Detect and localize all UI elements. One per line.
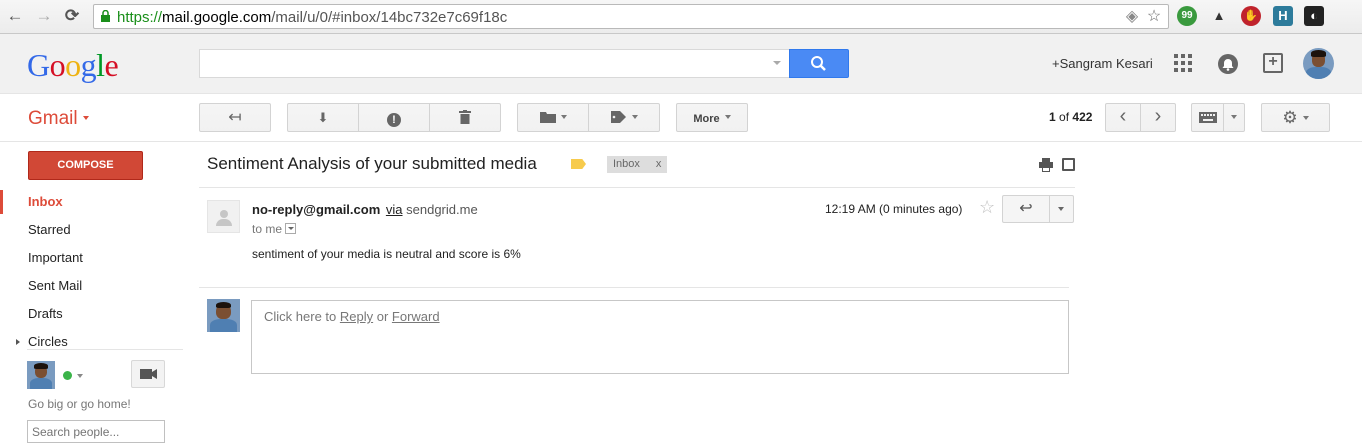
search-options-caret-icon[interactable] (773, 61, 781, 65)
message-body: sentiment of your media is neutral and s… (252, 247, 521, 261)
reply-link[interactable]: Reply (340, 309, 373, 324)
input-tools-button[interactable] (1191, 103, 1224, 132)
sidebar-item-starred[interactable]: Starred (0, 218, 183, 242)
recipients-line: to me (252, 222, 297, 236)
logo-letter: o (65, 47, 81, 83)
sidebar-item-important[interactable]: Important (0, 246, 183, 270)
user-name-link[interactable]: +Sangram Kesari (1052, 56, 1153, 71)
newer-button[interactable]: ‹ (1105, 103, 1141, 132)
hangouts-icon[interactable]: 99 (1177, 6, 1197, 26)
spam-icon: ! (387, 113, 401, 127)
show-details-caret-icon[interactable] (285, 223, 297, 234)
logo-letter: e (104, 47, 119, 83)
account-avatar[interactable] (1303, 48, 1334, 79)
sidebar-item-inbox[interactable]: Inbox (0, 190, 183, 214)
quick-reply-box[interactable]: Click here to Reply or Forward (251, 300, 1069, 374)
search-people-input[interactable] (27, 420, 165, 443)
reply-button[interactable]: ↩ (1002, 195, 1050, 223)
lock-icon (101, 10, 110, 22)
archive-icon: ⬇ (317, 110, 329, 125)
chat-avatar[interactable] (27, 361, 55, 389)
start-video-call-button[interactable] (131, 360, 165, 388)
camera-extension-icon[interactable]: ▲ (1209, 6, 1229, 26)
trash-icon (459, 110, 471, 124)
print-all-icon[interactable] (1039, 158, 1053, 172)
via-link[interactable]: via (386, 202, 403, 217)
reload-icon[interactable]: ⟳ (61, 5, 83, 27)
message-subject: Sentiment Analysis of your submitted med… (207, 154, 537, 173)
inbox-label-chip[interactable]: Inbox x (607, 156, 668, 173)
star-icon[interactable]: ☆ (979, 197, 995, 218)
report-spam-button[interactable]: ! (358, 103, 430, 132)
keyboard-icon (1198, 112, 1217, 123)
folder-icon (539, 112, 556, 123)
adblock-icon[interactable]: ✋ (1241, 6, 1261, 26)
back-arrow-icon: ↤ (228, 109, 242, 126)
search-button[interactable] (789, 49, 849, 78)
notifications-bell-icon[interactable] (1218, 54, 1238, 74)
sender-avatar-placeholder (207, 200, 240, 233)
remove-label-icon[interactable]: x (656, 158, 662, 170)
status-menu-caret-icon[interactable] (77, 374, 83, 378)
forward-arrow-icon[interactable]: → (33, 5, 55, 27)
sidebar-item-sent-mail[interactable]: Sent Mail (0, 274, 183, 298)
search-icon (811, 56, 826, 71)
new-window-icon[interactable] (1062, 158, 1075, 171)
logo-letter: o (49, 47, 66, 83)
sidebar-item-drafts[interactable]: Drafts (0, 302, 183, 326)
message-timestamp: 12:19 AM (0 minutes ago) (825, 202, 963, 216)
video-camera-icon (140, 369, 157, 379)
logo-letter: G (27, 47, 50, 83)
share-plus-icon[interactable]: + (1263, 53, 1283, 73)
labels-button[interactable] (588, 103, 660, 132)
more-actions-button[interactable]: More (676, 103, 748, 132)
apps-grid-icon[interactable] (1174, 54, 1192, 72)
google-logo[interactable]: Google (27, 47, 119, 84)
chevron-right-icon: › (1154, 105, 1162, 127)
settings-button[interactable]: ⚙ (1261, 103, 1330, 132)
expand-arrow-icon[interactable] (16, 339, 20, 345)
status-message[interactable]: Go big or go home! (28, 397, 131, 411)
online-status-icon[interactable] (63, 371, 72, 380)
mail-search-input[interactable] (199, 49, 789, 78)
browser-toolbar: ← → ⟳ https://mail.google.com/mail/u/0/#… (0, 0, 1362, 34)
chevron-left-icon: ‹ (1119, 105, 1127, 127)
gmail-toolbar: Gmail ↤ ⬇ ! More 1 of 422 ‹ › ⚙ (0, 94, 1362, 142)
input-tools-menu-button[interactable] (1223, 103, 1245, 132)
sender-email[interactable]: no-reply@gmail.com (252, 202, 380, 217)
label-tag-icon (610, 111, 626, 123)
divider (199, 187, 1075, 188)
chevron-down-icon (82, 116, 89, 120)
logo-letter: g (80, 47, 97, 83)
archive-button[interactable]: ⬇ (287, 103, 359, 132)
back-arrow-icon[interactable]: ← (4, 5, 26, 27)
forward-link[interactable]: Forward (392, 309, 440, 324)
sender-line: no-reply@gmail.com via sendgrid.me (252, 202, 478, 217)
via-domain: sendgrid.me (406, 202, 478, 217)
gmail-menu[interactable]: Gmail (28, 108, 89, 130)
compose-button[interactable]: COMPOSE (28, 151, 143, 180)
incognito-extension-icon[interactable]: ◐ (1304, 6, 1324, 26)
bookmark-star-icon[interactable]: ☆ (1145, 8, 1163, 26)
delete-button[interactable] (429, 103, 501, 132)
sidebar-item-circles[interactable]: Circles (0, 330, 183, 354)
divider (27, 349, 183, 350)
older-button[interactable]: › (1140, 103, 1176, 132)
reply-arrow-icon: ↩ (1019, 200, 1033, 217)
importance-marker-icon[interactable] (571, 159, 586, 169)
url-text: https://mail.google.com/mail/u/0/#inbox/… (117, 9, 508, 26)
logo-letter: l (96, 47, 105, 83)
address-bar[interactable]: https://mail.google.com/mail/u/0/#inbox/… (93, 4, 1169, 29)
google-header: Google +Sangram Kesari + (0, 34, 1362, 94)
gear-icon: ⚙ (1282, 108, 1298, 127)
translate-icon[interactable]: ◈ (1123, 8, 1141, 26)
page-count: 1 of 422 (1049, 110, 1093, 124)
message-more-menu-button[interactable] (1049, 195, 1074, 223)
h-extension-icon[interactable]: H (1273, 6, 1293, 26)
move-to-button[interactable] (517, 103, 589, 132)
back-to-inbox-button[interactable]: ↤ (199, 103, 271, 132)
divider (199, 287, 1069, 288)
my-avatar (207, 299, 240, 332)
